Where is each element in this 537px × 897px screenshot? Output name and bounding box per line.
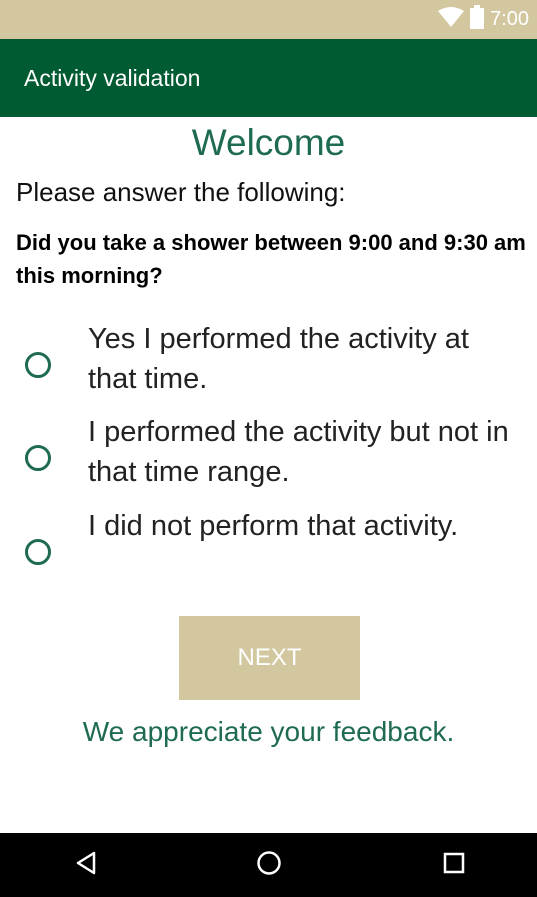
feedback-text: We appreciate your feedback.	[82, 716, 455, 747]
next-button[interactable]: NEXT	[179, 616, 360, 700]
radio-button[interactable]	[25, 539, 51, 565]
option-different-time[interactable]: I performed the activity but not in that…	[0, 412, 537, 504]
home-button[interactable]	[237, 833, 301, 897]
welcome-heading: Welcome	[191, 122, 346, 163]
option-yes-at-time[interactable]: Yes I performed the activity at that tim…	[0, 319, 537, 411]
back-icon	[75, 851, 97, 880]
recents-button[interactable]	[422, 833, 486, 897]
radio-button[interactable]	[25, 352, 51, 378]
option-label: I performed the activity but not in that…	[88, 416, 509, 488]
app-bar: Activity validation	[0, 39, 537, 117]
wifi-icon	[438, 7, 465, 32]
radio-button[interactable]	[25, 445, 51, 471]
recents-icon	[443, 852, 465, 879]
home-icon	[256, 850, 282, 881]
status-bar: 7:00	[0, 0, 537, 39]
option-not-performed[interactable]: I did not perform that activity.	[0, 506, 537, 598]
status-icons: 7:00	[438, 0, 529, 39]
instruction-text: Please answer the following:	[16, 177, 346, 207]
status-time: 7:00	[490, 8, 529, 30]
question-text: Did you take a shower between 9:00 and 9…	[16, 230, 526, 288]
option-label: Yes I performed the activity at that tim…	[88, 323, 469, 395]
navigation-bar	[0, 833, 537, 897]
option-label: I did not perform that activity.	[88, 510, 459, 542]
battery-icon	[470, 5, 485, 34]
app-title: Activity validation	[24, 65, 201, 91]
back-button[interactable]	[54, 833, 118, 897]
